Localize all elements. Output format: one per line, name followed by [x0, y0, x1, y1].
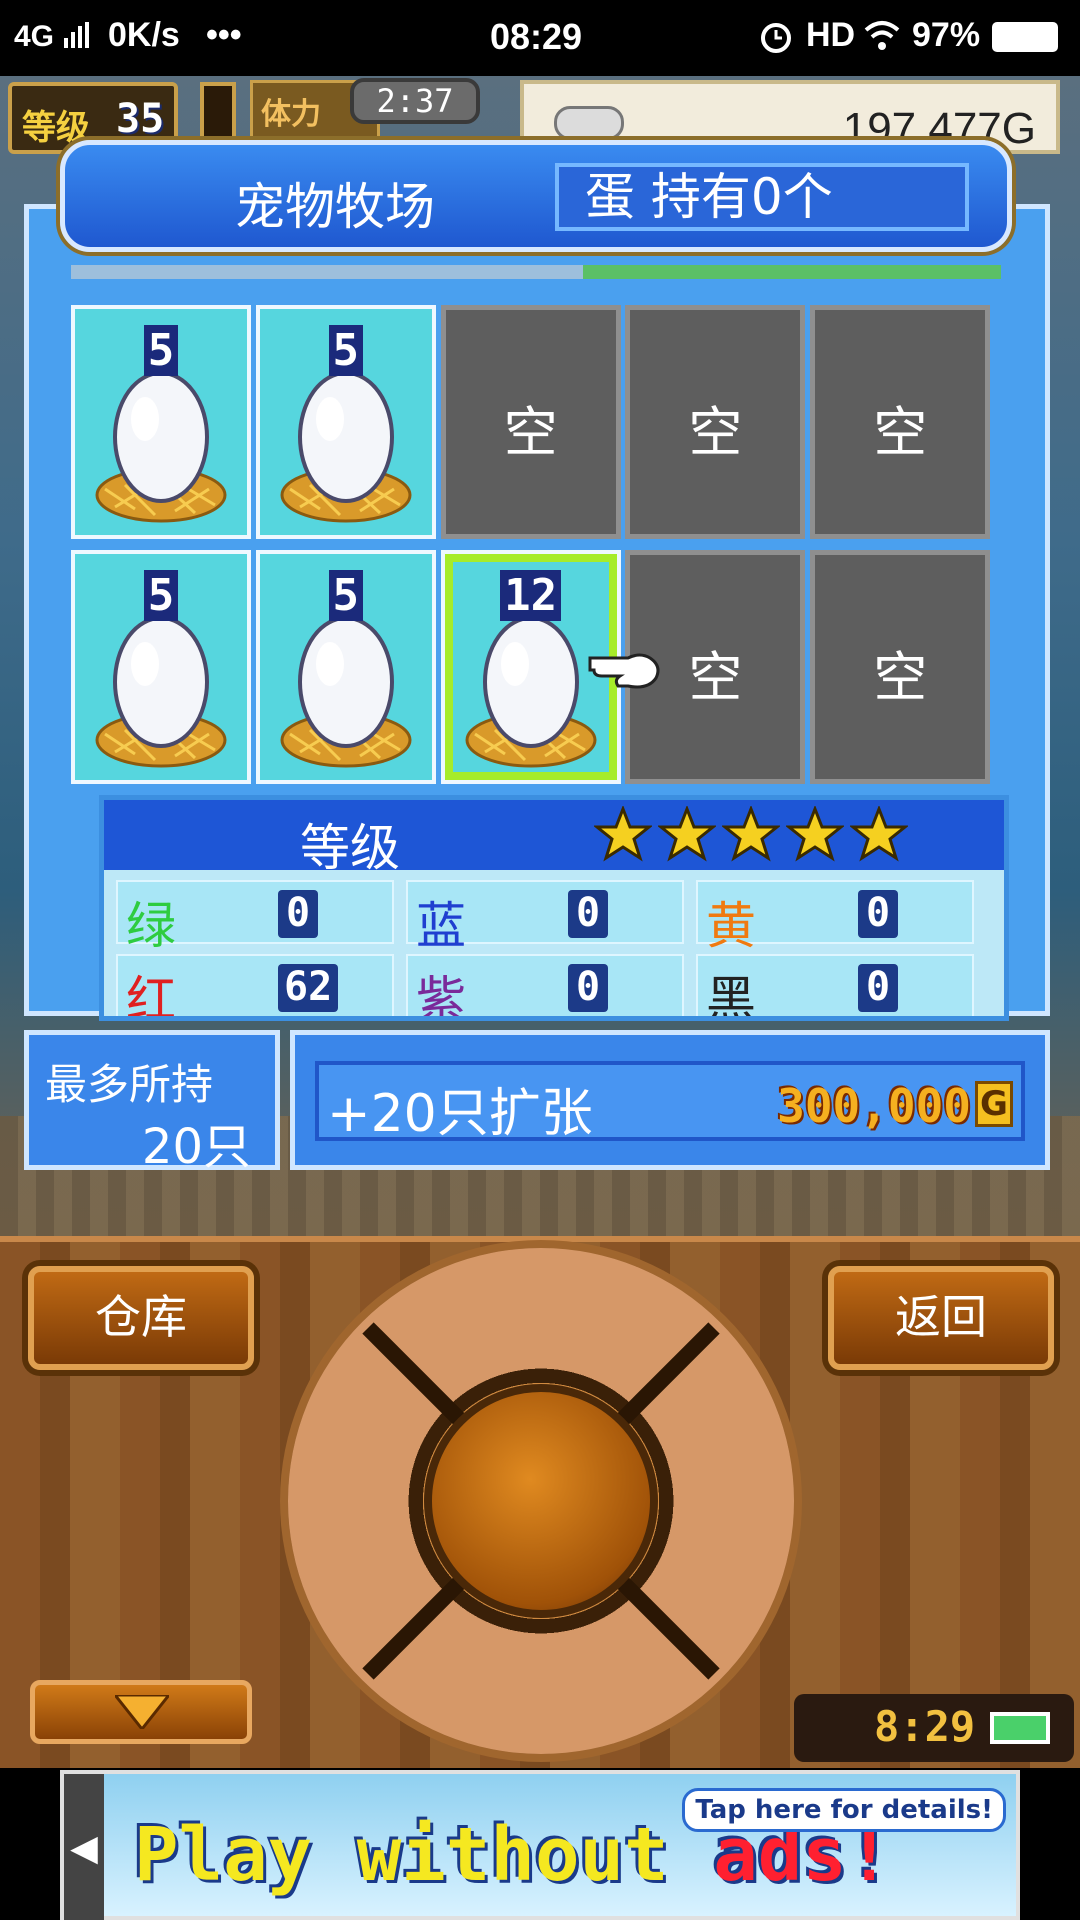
level-value: 35 [116, 96, 165, 142]
event-timer: 2:37 [350, 78, 480, 124]
egg-level: 12 [500, 569, 562, 621]
network-type: 4G [14, 20, 55, 53]
empty-slot[interactable]: 空 [440, 305, 621, 539]
signal-icon [64, 22, 89, 48]
capacity-value: 20只 [141, 1119, 251, 1175]
clock: 08:29 [490, 16, 583, 57]
battery-icon [990, 1712, 1050, 1744]
cloud-icon [554, 106, 624, 140]
egg-slot[interactable]: 5 [71, 549, 251, 784]
stat-cell: 蓝 0 [406, 880, 684, 955]
grade-label: 等级 [300, 819, 400, 877]
empty-slot[interactable]: 空 [810, 549, 991, 784]
empty-slot-label: 空 [873, 401, 928, 464]
empty-slot-label: 空 [688, 401, 743, 464]
stat-value: 0 [568, 964, 608, 1012]
stat-name: 黑 [706, 971, 756, 1021]
egg-level-badge: 5 [260, 325, 432, 376]
ad-banner[interactable]: ◀ Play without ads! Tap here for details… [60, 1770, 1020, 1920]
wifi-icon [864, 21, 900, 50]
egg-count: 蛋 持有0个 [555, 163, 969, 231]
pointing-hand-icon [588, 653, 660, 689]
stamina-label: 体力 [261, 97, 321, 132]
chevron-left-icon[interactable]: ◀ [64, 1774, 104, 1920]
egg-level-badge: 12 [445, 569, 617, 621]
alarm-icon [761, 23, 791, 53]
egg-level: 5 [328, 569, 364, 621]
dpad-center-button[interactable] [424, 1384, 658, 1618]
pet-ranch-panel: 5 5空空空 5 5 12 空空 等级 绿 0蓝 0 黄 0 红 62 紫 0 … [24, 204, 1050, 1021]
battery-status-icon [992, 22, 1058, 52]
empty-slot-label: 空 [873, 645, 928, 709]
network-speed: 0K/s [108, 16, 180, 54]
stat-cell: 黑 0 [696, 954, 974, 1021]
star-icon [786, 806, 844, 862]
stat-value: 0 [858, 890, 898, 938]
stat-value: 0 [858, 964, 898, 1012]
egg-slot[interactable]: 5 [71, 305, 251, 539]
stat-cell: 红 62 [116, 954, 394, 1021]
star-icon [850, 806, 908, 862]
grade-stars [594, 806, 908, 864]
stat-name: 紫 [416, 971, 466, 1021]
empty-slot[interactable]: 空 [810, 305, 991, 539]
stat-name: 黄 [706, 897, 756, 955]
star-icon [722, 806, 780, 862]
empty-slot[interactable]: 空 [625, 305, 806, 539]
hd-indicator: HD [806, 16, 856, 54]
egg-slot[interactable]: 5 [255, 549, 436, 784]
expand-panel: +20只扩张 300,000 G [290, 1030, 1050, 1170]
stat-cell: 绿 0 [116, 880, 394, 955]
egg-level-badge: 5 [260, 569, 432, 621]
gold-coin-icon: G [975, 1081, 1013, 1127]
egg-slot[interactable]: 5 [255, 305, 436, 539]
stat-value: 0 [568, 890, 608, 938]
stat-name: 绿 [126, 897, 176, 955]
game-clock: 8:29 [794, 1694, 1074, 1762]
stat-cell: 紫 0 [406, 954, 684, 1021]
chevron-down-icon [115, 1695, 169, 1729]
ad-text-main: Play without [134, 1812, 714, 1898]
stat-cell: 黄 0 [696, 880, 974, 955]
egg-stats-table: 等级 绿 0蓝 0黄 0红 62 紫 0黑 0 [99, 795, 1009, 1021]
status-bar: 4G 0K/s ••• 08:29 HD 97% [0, 0, 1080, 76]
egg-level: 5 [328, 325, 364, 376]
expand-capacity-button[interactable]: +20只扩张 300,000 G [315, 1061, 1025, 1144]
back-button[interactable]: 返回 [828, 1266, 1054, 1370]
empty-slot-label: 空 [503, 401, 558, 464]
egg-level-badge: 5 [75, 569, 247, 621]
game-clock-time: 8:29 [874, 1702, 976, 1751]
egg-level: 5 [143, 325, 179, 376]
max-capacity-box: 最多所持 20只 [24, 1030, 280, 1175]
progress-fill [582, 265, 1001, 279]
menu-toggle-button[interactable] [30, 1680, 252, 1744]
capacity-label: 最多所持 [45, 1060, 214, 1109]
battery-percent: 97% [912, 16, 981, 54]
warehouse-button[interactable]: 仓库 [28, 1266, 254, 1370]
stat-value: 62 [278, 964, 339, 1012]
star-icon [658, 806, 716, 862]
more-indicator: ••• [206, 16, 242, 54]
progress-bar [71, 265, 1001, 279]
panel-header: 宠物牧场 蛋 持有0个 [60, 140, 1012, 252]
stat-value: 0 [278, 890, 318, 938]
star-icon [594, 806, 652, 862]
page-title: 宠物牧场 [235, 178, 435, 236]
stat-name: 红 [126, 971, 176, 1021]
stat-name: 蓝 [416, 897, 466, 955]
ad-details-link[interactable]: Tap here for details! [682, 1788, 1006, 1832]
egg-level: 5 [143, 569, 179, 621]
grade-header: 等级 [104, 800, 1004, 877]
egg-level-badge: 5 [75, 325, 247, 376]
expand-price: 300,000 [777, 1079, 971, 1133]
game-screen: 4G 0K/s ••• 08:29 HD 97% 等级 35 体力 2:37 1… [0, 0, 1080, 1920]
expand-label: +20只扩张 [327, 1084, 593, 1144]
